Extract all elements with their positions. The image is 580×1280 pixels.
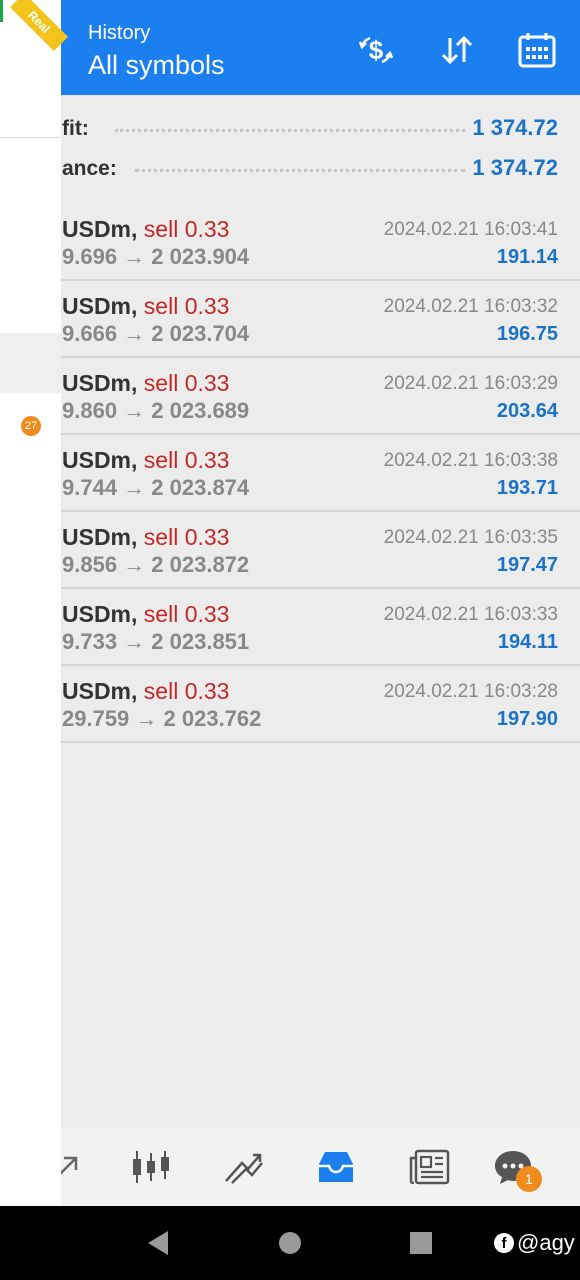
trade-prices: 29.759 → 2 023.762: [62, 706, 262, 731]
trade-time: 2024.02.21 16:03:33: [383, 604, 558, 625]
back-icon[interactable]: [146, 1230, 170, 1261]
trade-row[interactable]: USDm, sell 0.33 9.860 → 2 023.689 2024.0…: [0, 358, 580, 435]
trade-row[interactable]: USDm, sell 0.33 9.733 → 2 023.851 2024.0…: [0, 589, 580, 666]
trade-time: 2024.02.21 16:03:35: [383, 527, 558, 548]
trade-time: 2024.02.21 16:03:38: [383, 450, 558, 471]
chart-icon[interactable]: [128, 1146, 174, 1188]
trade-time: 2024.02.21 16:03:41: [383, 219, 558, 240]
dollar-exchange-icon[interactable]: $: [356, 30, 396, 70]
trade-symbol: USDm,: [62, 216, 138, 242]
facebook-icon: f: [494, 1233, 514, 1253]
trade-side: sell 0.33: [143, 370, 230, 396]
trade-profit: 196.75: [496, 323, 558, 345]
trade-side: sell 0.33: [143, 447, 230, 473]
trade-profit: 197.47: [496, 554, 558, 576]
watermark-handle: @agy: [517, 1230, 575, 1255]
trade-side: sell 0.33: [143, 216, 230, 242]
drawer-selected-item[interactable]: [0, 333, 61, 393]
balance-value: 1 374.72: [472, 155, 558, 180]
trade-symbol: USDm,: [62, 447, 138, 473]
trade-row[interactable]: USDm, sell 0.33 9.696 → 2 023.904 2024.0…: [0, 204, 580, 281]
trade-side: sell 0.33: [143, 293, 230, 319]
watermark: f @agy: [494, 1230, 575, 1256]
trade-icon[interactable]: [220, 1146, 266, 1188]
side-drawer: Real 27: [0, 0, 68, 1206]
trade-symbol: USDm,: [62, 370, 138, 396]
trade-profit: 191.14: [496, 246, 558, 268]
trade-side: sell 0.33: [143, 601, 230, 627]
drawer-divider: [0, 137, 61, 138]
trade-symbol: USDm,: [62, 524, 138, 550]
trade-row[interactable]: USDm, sell 0.33 29.759 → 2 023.762 2024.…: [0, 666, 580, 743]
dotted-leader: [135, 169, 465, 172]
trade-profit: 197.90: [496, 708, 558, 730]
sort-icon[interactable]: [437, 30, 477, 70]
header-title[interactable]: All symbols: [88, 50, 225, 81]
trade-symbol: USDm,: [62, 293, 138, 319]
real-account-ribbon: Real: [10, 0, 68, 51]
history-icon[interactable]: [313, 1146, 359, 1188]
trade-time: 2024.02.21 16:03:32: [383, 296, 558, 317]
drawer-notification-badge: 27: [21, 416, 41, 436]
trade-prices: 9.860 → 2 023.689: [62, 398, 250, 423]
trade-row[interactable]: USDm, sell 0.33 9.744 → 2 023.874 2024.0…: [0, 435, 580, 512]
balance-summary-row: ance: 1 374.72: [0, 151, 580, 191]
trade-time: 2024.02.21 16:03:28: [383, 681, 558, 702]
trade-row[interactable]: USDm, sell 0.33 9.856 → 2 023.872 2024.0…: [0, 512, 580, 589]
trade-prices: 9.733 → 2 023.851: [62, 629, 250, 654]
profit-summary-row: fit: 1 374.72: [0, 111, 580, 151]
trade-side: sell 0.33: [143, 524, 230, 550]
bottom-nav: 1: [0, 1128, 580, 1206]
profit-value: 1 374.72: [472, 115, 558, 140]
trade-profit: 203.64: [496, 400, 558, 422]
trade-profit: 194.11: [497, 631, 558, 653]
status-indicator: [0, 0, 3, 22]
profit-label: fit:: [62, 117, 89, 140]
app-header: History All symbols $: [0, 0, 580, 95]
trade-prices: 9.666 → 2 023.704: [62, 321, 250, 346]
trade-prices: 9.696 → 2 023.904: [62, 244, 250, 269]
trade-symbol: USDm,: [62, 678, 138, 704]
svg-text:$: $: [369, 35, 384, 65]
trade-profit: 193.71: [496, 477, 558, 499]
trade-prices: 9.744 → 2 023.874: [62, 475, 250, 500]
system-nav-bar: f @agy: [0, 1206, 580, 1280]
news-icon[interactable]: [406, 1146, 452, 1188]
trade-row[interactable]: USDm, sell 0.33 9.666 → 2 023.704 2024.0…: [0, 281, 580, 358]
trade-prices: 9.856 → 2 023.872: [62, 552, 250, 577]
calendar-icon[interactable]: [517, 30, 557, 70]
trade-time: 2024.02.21 16:03:29: [383, 373, 558, 394]
home-icon[interactable]: [278, 1230, 302, 1261]
balance-label: ance:: [62, 157, 117, 180]
trade-symbol: USDm,: [62, 601, 138, 627]
recents-icon[interactable]: [409, 1230, 433, 1261]
chat-notification-badge: 1: [516, 1166, 542, 1192]
header-subtitle: History: [88, 22, 151, 44]
trade-side: sell 0.33: [143, 678, 230, 704]
dotted-leader: [115, 129, 465, 132]
